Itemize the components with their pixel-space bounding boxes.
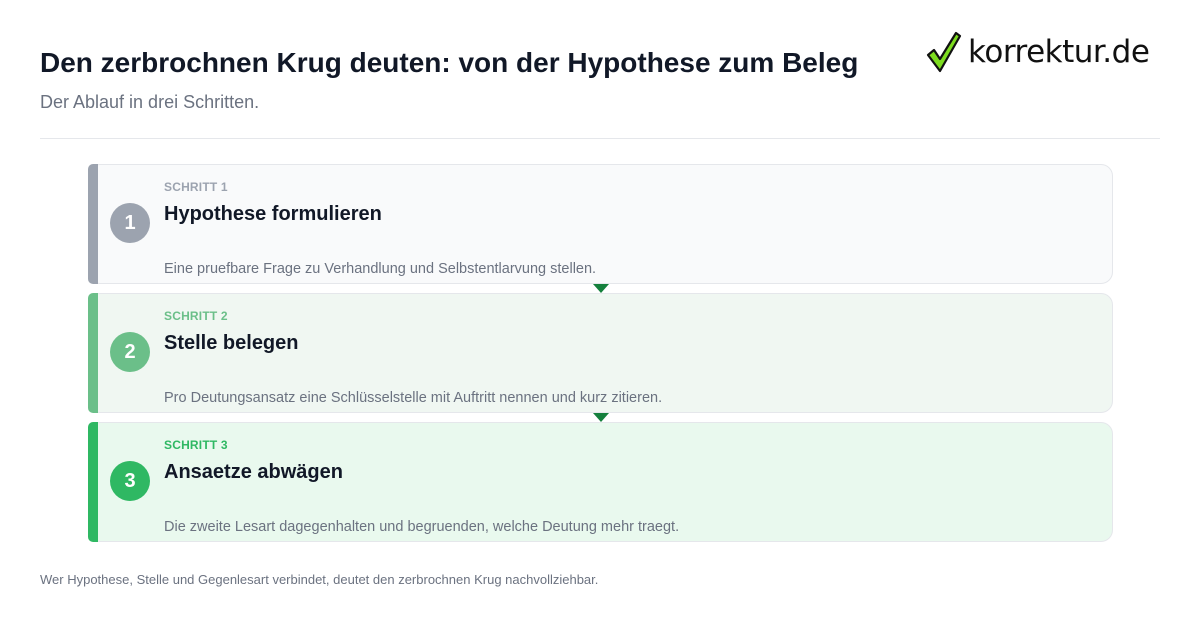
step-description: Eine pruefbare Frage zu Verhandlung und … [164,261,597,277]
page-subtitle: Der Ablauf in drei Schritten. [40,92,260,112]
step-accent-bar [88,422,98,542]
brand-logo[interactable]: korrektur.de [926,30,1150,74]
step-card-3: 3 SCHRITT 3 Ansaetze abwägen Die zweite … [88,422,1113,542]
step-kicker: SCHRITT 1 [164,180,228,194]
header-divider [40,138,1160,139]
footer-note: Wer Hypothese, Stelle und Gegenlesart ve… [40,572,599,587]
step-number-badge: 3 [110,461,150,501]
step-heading: Hypothese formulieren [164,203,382,225]
step-number-badge: 1 [110,203,150,243]
step-description: Pro Deutungsansatz eine Schlüsselstelle … [164,390,663,406]
step-heading: Ansaetze abwägen [164,461,343,483]
page-header: Den zerbrochnen Krug deuten: von der Hyp… [40,44,920,113]
page-title: Den zerbrochnen Krug deuten: von der Hyp… [40,47,859,78]
step-kicker: SCHRITT 2 [164,309,228,323]
arrow-down-icon [593,413,609,422]
step-accent-bar [88,293,98,413]
step-card-2: 2 SCHRITT 2 Stelle belegen Pro Deutungsa… [88,293,1113,422]
step-number-badge: 2 [110,332,150,372]
checkmark-icon [926,31,962,73]
arrow-down-icon [593,284,609,293]
step-list: 1 SCHRITT 1 Hypothese formulieren Eine p… [88,164,1113,551]
step-card-1: 1 SCHRITT 1 Hypothese formulieren Eine p… [88,164,1113,293]
step-kicker: SCHRITT 3 [164,438,228,452]
step-description: Die zweite Lesart dagegenhalten und begr… [164,519,680,535]
brand-name: korrektur.de [968,34,1150,70]
step-heading: Stelle belegen [164,332,299,354]
step-accent-bar [88,164,98,284]
